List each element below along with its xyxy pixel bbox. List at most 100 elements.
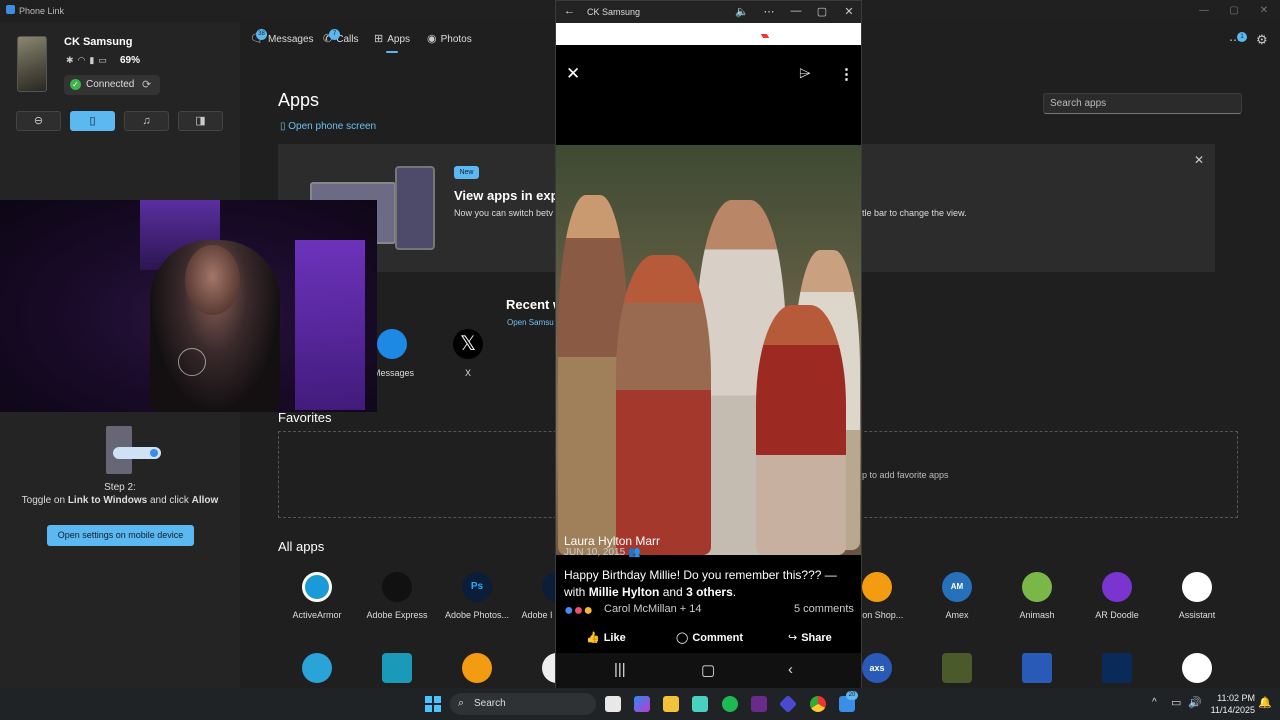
blue-app-icon[interactable] <box>1022 653 1052 683</box>
post-author[interactable]: Laura Hylton Marr <box>564 534 660 548</box>
page-title: Apps <box>278 90 320 110</box>
location-app-icon[interactable] <box>382 653 412 683</box>
x-app-icon[interactable]: 𝕏 <box>453 329 483 359</box>
device-name: CK Samsung <box>64 36 133 48</box>
open-phone-screen-link[interactable]: ▯ Open phone screen <box>280 121 376 132</box>
app-label: Animash <box>1019 610 1055 620</box>
streamer-head <box>185 245 240 315</box>
back-key-icon[interactable]: ‹ <box>788 661 793 678</box>
messages-app-icon[interactable] <box>377 329 407 359</box>
cloud-app-icon[interactable] <box>302 653 332 683</box>
active-tab-indicator <box>386 51 398 53</box>
app-label: Adobe Express <box>366 610 428 620</box>
maximize-icon[interactable]: ▢ <box>815 5 829 18</box>
minimize-icon[interactable]: — <box>789 5 803 17</box>
android-nav-bar: ||| ▢ ‹ <box>556 653 861 688</box>
back-arrow-icon[interactable]: ← <box>564 5 575 17</box>
bingo-app-icon[interactable] <box>942 653 972 683</box>
notification-bell-icon[interactable]: 🔔 <box>1258 696 1272 709</box>
messages-badge: 38 <box>256 29 267 40</box>
close-button[interactable]: ✕ <box>1254 2 1274 20</box>
animash-app-icon[interactable] <box>1022 572 1052 602</box>
grid-icon: ⊞ <box>374 33 384 45</box>
others-link[interactable]: 3 others <box>686 585 733 599</box>
bixby-app-icon[interactable] <box>1182 653 1212 683</box>
banner-text-continued: tle bar to change the view. <box>862 208 967 218</box>
window-title: Phone Link <box>19 6 65 16</box>
share-icon: ↪ <box>788 632 798 644</box>
phone-screen-window[interactable]: ← CK Samsung 🔈 ⋯ — ▢ ✕ ✕ ⌲ ⋮ Laura Hylto… <box>555 0 862 688</box>
windows-start-icon[interactable] <box>425 696 441 712</box>
toggle-knob <box>150 449 158 457</box>
caption-end: . <box>732 585 737 599</box>
maximize-button[interactable]: ▢ <box>1224 2 1244 20</box>
phone-window-title: CK Samsung <box>587 7 641 17</box>
clock-time[interactable]: 11:02 PM <box>1209 693 1255 703</box>
photo-person <box>616 255 711 555</box>
spotify-icon[interactable] <box>722 696 738 712</box>
obsidian-icon[interactable] <box>778 694 798 714</box>
amex-app-icon[interactable]: AM <box>942 572 972 602</box>
ar-doodle-app-icon[interactable] <box>1102 572 1132 602</box>
tagged-person-link[interactable]: Millie Hylton <box>589 585 660 599</box>
banner-close-icon[interactable]: ✕ <box>1194 153 1204 167</box>
share-button[interactable]: ↪ Share <box>788 631 832 644</box>
adobe-express-app-icon[interactable] <box>382 572 412 602</box>
tag-icon[interactable]: ⌲ <box>799 65 811 82</box>
minimize-button[interactable]: — <box>1194 2 1214 20</box>
task-view-icon[interactable] <box>605 696 621 712</box>
home-key-icon[interactable]: ▢ <box>701 661 715 679</box>
do-not-disturb-button[interactable]: ⊖ <box>16 111 61 131</box>
reactor-names[interactable]: Carol McMillan + 14 <box>604 603 702 615</box>
refresh-icon[interactable]: ⟳ <box>142 78 151 91</box>
recents-key-icon[interactable]: ||| <box>614 661 626 678</box>
taskbar-search[interactable]: ⌕ Search <box>450 693 596 715</box>
bank-app-icon[interactable] <box>1102 653 1132 683</box>
phone-link-badge: 20 <box>846 691 858 700</box>
new-badge: New <box>454 166 479 179</box>
axs-app-icon[interactable]: axs <box>862 653 892 683</box>
show-hidden-icons-icon[interactable]: ^ <box>1152 697 1157 708</box>
media-button[interactable]: ♫ <box>124 111 169 131</box>
favorites-title: Favorites <box>278 410 332 425</box>
vibrate-button[interactable]: ▯ <box>70 111 115 131</box>
tab-photos[interactable]: ◉ Photos <box>427 32 472 45</box>
more-vertical-icon[interactable]: ⋮ <box>839 65 854 83</box>
google-assistant-app-icon[interactable] <box>1182 572 1212 602</box>
volume-icon[interactable]: 🔊 <box>1188 696 1202 709</box>
comment-button[interactable]: ◯ Comment <box>676 631 743 644</box>
network-icon[interactable]: ▭ <box>1171 696 1181 709</box>
like-button[interactable]: 👍 Like <box>586 631 626 644</box>
friends-icon: 👥 <box>627 547 641 558</box>
banner-title: View apps in exp <box>454 188 559 203</box>
open-settings-button[interactable]: Open settings on mobile device <box>47 525 194 546</box>
step-description: Toggle on Link to Windows and click Allo… <box>0 495 240 506</box>
settings-gear-icon[interactable]: ⚙ <box>1256 32 1268 48</box>
adobe-photoshop-app-icon[interactable]: Ps <box>462 572 492 602</box>
hud-app-icon[interactable] <box>751 696 767 712</box>
phone-audio-button[interactable]: ◨ <box>178 111 223 131</box>
clock-date[interactable]: 11/14/2025 <box>1209 705 1255 715</box>
notepad-icon[interactable] <box>692 696 708 712</box>
family-photo[interactable] <box>556 145 861 555</box>
amazon-shopping-app-icon[interactable] <box>862 572 892 602</box>
activearmor-app-icon[interactable] <box>302 572 332 602</box>
tab-apps-label: Apps <box>387 34 411 45</box>
recent-subtitle-link[interactable]: Open Samsu <box>507 318 554 327</box>
recent-app-label: Messages <box>373 368 415 378</box>
search-apps-input[interactable]: Search apps <box>1043 93 1242 114</box>
close-photo-icon[interactable]: ✕ <box>566 64 580 84</box>
comments-count[interactable]: 5 comments <box>794 603 854 615</box>
taskbar: ⌕ Search 20 ^ ▭ 🔊 11:02 PM 11/14/2025 🔔 <box>0 688 1280 720</box>
file-explorer-icon[interactable] <box>663 696 679 712</box>
more-options-icon[interactable]: ⋯ <box>762 5 776 18</box>
audible-app-icon[interactable] <box>462 653 492 683</box>
volume-icon[interactable]: 🔈 <box>735 5 749 18</box>
reaction-icons[interactable]: ●●● <box>564 602 600 619</box>
tab-apps[interactable]: ⊞ Apps <box>374 32 410 45</box>
close-icon[interactable]: ✕ <box>842 5 856 18</box>
copilot-icon[interactable] <box>634 696 650 712</box>
wow-reaction-icon: ● <box>583 602 594 619</box>
chrome-icon[interactable] <box>810 696 826 712</box>
phone-wallpaper-thumbnail <box>17 36 47 92</box>
